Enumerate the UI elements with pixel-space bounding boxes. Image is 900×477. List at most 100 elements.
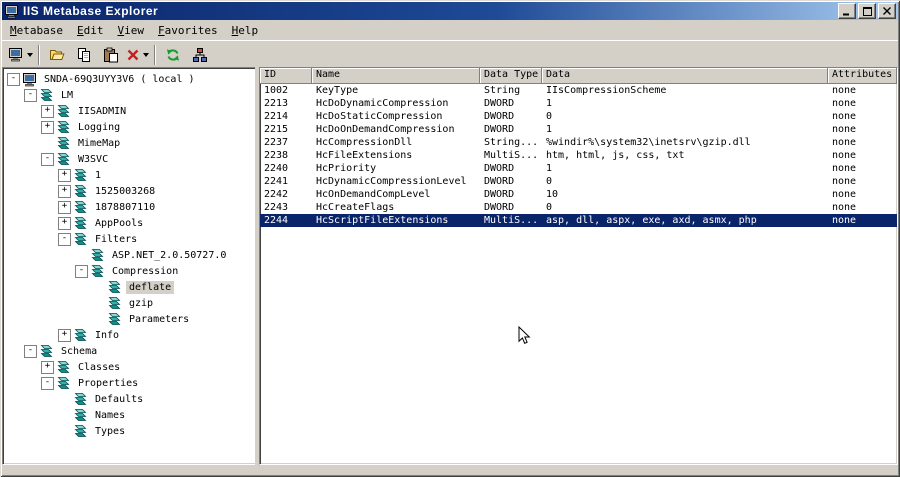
expand-toggle[interactable]: + [41, 104, 54, 118]
list-cell: 2241 [264, 176, 289, 187]
tree-item-classes[interactable]: + Classes [5, 359, 258, 375]
maximize-button[interactable] [858, 3, 876, 19]
collapse-toggle[interactable]: - [24, 88, 37, 102]
tree-item-compression[interactable]: - Compression [5, 263, 258, 279]
list-row-2244[interactable]: 2244 HcScriptFileExtensions MultiS... asp, … [260, 214, 897, 227]
tree-item-filters[interactable]: - Filters [5, 231, 258, 247]
key-icon [73, 328, 89, 343]
expand-toggle[interactable]: + [58, 216, 71, 230]
column-header-data-type[interactable]: Data Type [480, 68, 542, 84]
list-cell: 2243 [264, 202, 289, 213]
collapse-toggle[interactable]: - [75, 264, 88, 278]
key-icon [73, 408, 89, 423]
collapse-toggle[interactable]: - [41, 376, 54, 390]
expand-toggle[interactable]: + [58, 168, 71, 182]
tree-item-parameters[interactable]: Parameters [5, 311, 258, 327]
delete-button[interactable] [124, 44, 151, 66]
delete-icon [126, 48, 140, 62]
title-bar[interactable]: IIS Metabase Explorer [2, 2, 898, 20]
key-icon [56, 152, 72, 167]
expand-toggle[interactable]: + [41, 360, 54, 374]
tree-label: Classes [78, 361, 121, 373]
expand-toggle[interactable]: + [41, 120, 54, 134]
tree-item-info[interactable]: + Info [5, 327, 258, 343]
column-header-id[interactable]: ID [260, 68, 312, 84]
tree-item-schema[interactable]: - Schema [5, 343, 258, 359]
close-button[interactable] [878, 3, 896, 19]
tree-item-asp-net-2-0-50727-0[interactable]: ASP.NET_2.0.50727.0 [5, 247, 258, 263]
list-row-2238[interactable]: 2238 HcFileExtensions MultiS... htm, html, … [260, 149, 897, 162]
tree-item-logging[interactable]: + Logging [5, 119, 258, 135]
tree-item-properties[interactable]: - Properties [5, 375, 258, 391]
list-panel[interactable]: ID Name Data Type Data Attributes 1002 KeyTyp… [259, 67, 898, 465]
maximize-icon [862, 6, 872, 16]
collapse-toggle[interactable]: - [58, 232, 71, 246]
list-cell: 10 [546, 189, 559, 200]
tree-item-mimemap[interactable]: MimeMap [5, 135, 258, 151]
key-icon [39, 344, 55, 359]
collapse-toggle[interactable]: - [41, 152, 54, 166]
list-row-1002[interactable]: 1002 KeyType String IIsCompressionScheme non… [260, 84, 897, 97]
tree-item-1[interactable]: +1 [5, 167, 258, 183]
tree-item-apppools[interactable]: + AppPools [5, 215, 258, 231]
tree-expand-slot: - [22, 88, 39, 102]
tree-item-names[interactable]: Names [5, 407, 258, 423]
dropdown-caret-icon[interactable] [27, 52, 33, 57]
menu-item-view[interactable]: View [110, 22, 151, 39]
list-row-2240[interactable]: 2240 HcPriority DWORD 1 none [260, 162, 897, 175]
column-header-attributes[interactable]: Attributes [828, 68, 897, 84]
list-cell: none [832, 85, 857, 96]
expand-toggle[interactable]: + [58, 328, 71, 342]
list-row-2242[interactable]: 2242 HcOnDemandCompLevel DWORD 10 none [260, 188, 897, 201]
tree-label: Filters [95, 233, 138, 245]
list-cell: 2237 [264, 137, 289, 148]
column-header-data[interactable]: Data [542, 68, 828, 84]
list-cell: MultiS... [484, 215, 539, 226]
list-row-2213[interactable]: 2213 HcDoDynamicCompression DWORD 1 none [260, 97, 897, 110]
menu-item-metabase[interactable]: Metabase [3, 22, 70, 39]
list-cell: htm, html, js, css, txt [546, 150, 685, 161]
copy-button[interactable] [70, 44, 97, 66]
list-cell: 2244 [264, 215, 289, 226]
list-cell: 2238 [264, 150, 289, 161]
list-header: ID Name Data Type Data Attributes [260, 68, 897, 84]
expand-toggle[interactable]: + [58, 200, 71, 214]
tree-item-lm[interactable]: - LM [5, 87, 258, 103]
minimize-icon [842, 7, 852, 16]
key-icon [107, 280, 123, 295]
column-header-name[interactable]: Name [312, 68, 480, 84]
collapse-toggle[interactable]: - [7, 72, 20, 86]
list-cell: HcDoDynamicCompression [316, 98, 449, 109]
list-row-2215[interactable]: 2215 HcDoOnDemandCompression DWORD 1 none [260, 123, 897, 136]
tree-item-iisadmin[interactable]: + IISADMIN [5, 103, 258, 119]
tree-item-snda-69q3uyy3v6-local[interactable]: - SNDA-69Q3UYY3V6 ( local ) [5, 71, 258, 87]
paste-button[interactable] [97, 44, 124, 66]
menu-item-favorites[interactable]: Favorites [151, 22, 225, 39]
connect-button[interactable] [6, 44, 35, 66]
collapse-toggle[interactable]: - [24, 344, 37, 358]
list-row-2241[interactable]: 2241 HcDynamicCompressionLevel DWORD 0 none [260, 175, 897, 188]
tree-item-w3svc[interactable]: - W3SVC [5, 151, 258, 167]
tree-item-1525003268[interactable]: +1525003268 [5, 183, 258, 199]
tree-item-1878807110[interactable]: +1878807110 [5, 199, 258, 215]
tree-item-types[interactable]: Types [5, 423, 258, 439]
dropdown-caret-icon[interactable] [143, 52, 149, 57]
tree-item-gzip[interactable]: gzip [5, 295, 258, 311]
menu-item-help[interactable]: Help [225, 22, 266, 39]
minimize-button[interactable] [838, 3, 856, 19]
tree-item-defaults[interactable]: Defaults [5, 391, 258, 407]
list-row-2214[interactable]: 2214 HcDoStaticCompression DWORD 0 none [260, 110, 897, 123]
key-icon [73, 200, 89, 215]
refresh-button[interactable] [159, 44, 186, 66]
list-row-2237[interactable]: 2237 HcCompressionDll String... %windir%\sy… [260, 136, 897, 149]
list-cell: asp, dll, aspx, exe, axd, asmx, php [546, 215, 757, 226]
tree-expand-slot: - [5, 72, 22, 86]
expand-toggle[interactable]: + [58, 184, 71, 198]
menu-item-edit[interactable]: Edit [70, 22, 111, 39]
network-button[interactable] [186, 44, 213, 66]
list-cell: none [832, 111, 857, 122]
tree-item-deflate[interactable]: deflate [5, 279, 258, 295]
open-key-button[interactable] [43, 44, 70, 66]
tree-panel[interactable]: - SNDA-69Q3UYY3V6 ( local ) - LM + IISADMIN + L… [2, 67, 259, 465]
list-row-2243[interactable]: 2243 HcCreateFlags DWORD 0 none [260, 201, 897, 214]
